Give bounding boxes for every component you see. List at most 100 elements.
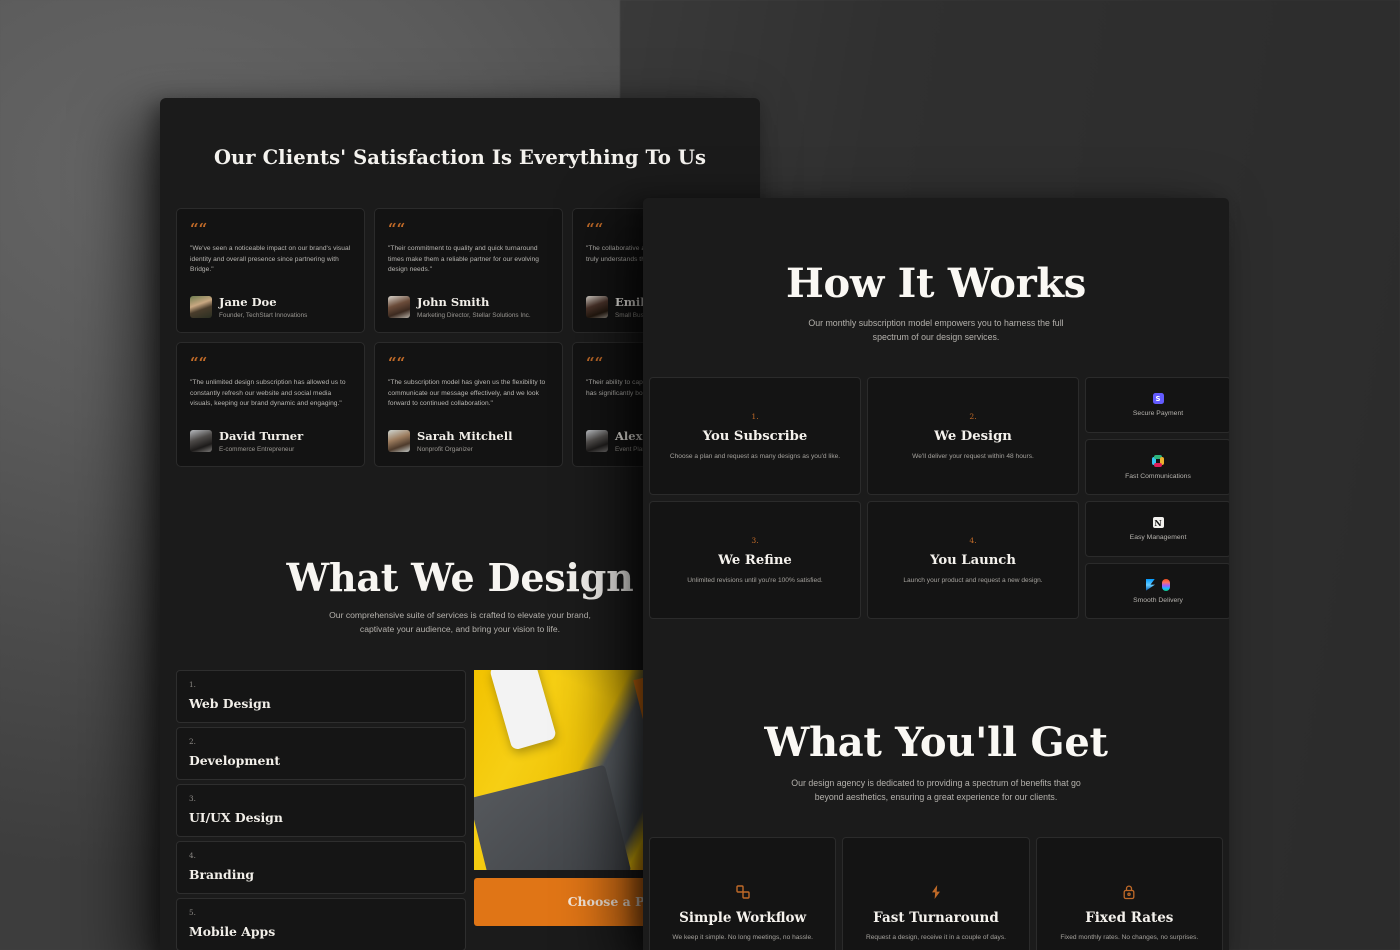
step-number: 4.	[969, 536, 976, 545]
lightning-bolt-icon	[928, 883, 944, 901]
avatar	[388, 430, 410, 452]
phone-mockup	[489, 670, 557, 751]
service-name: Branding	[189, 867, 453, 882]
feature-card-smooth-delivery[interactable]: Smooth Delivery	[1085, 563, 1229, 619]
how-it-works-panel: How It Works Our monthly subscription mo…	[643, 198, 1229, 950]
service-number: 3.	[189, 794, 453, 803]
avatar	[190, 296, 212, 318]
quote-icon: ““	[388, 356, 550, 371]
service-item-web-design[interactable]: 1. Web Design	[176, 670, 466, 723]
testimonial-quote: "The unlimited design subscription has a…	[190, 378, 352, 428]
testimonial-author: Jane Doe Founder, TechStart Innovations	[190, 296, 352, 319]
benefit-title: Fixed Rates	[1085, 910, 1173, 926]
benefit-description: We keep it simple. No long meetings, no …	[672, 934, 813, 941]
step-title: You Launch	[930, 553, 1016, 568]
testimonial-author: John Smith Marketing Director, Stellar S…	[388, 296, 550, 319]
testimonial-card[interactable]: ““ "Their commitment to quality and quic…	[374, 208, 563, 333]
what-youll-get-subtitle: Our design agency is dedicated to provid…	[786, 776, 1086, 804]
avatar	[586, 296, 608, 318]
step-card-you-subscribe[interactable]: 1. You Subscribe Choose a plan and reque…	[649, 377, 861, 495]
step-description: We'll deliver your request within 48 hou…	[912, 453, 1034, 460]
benefit-description: Fixed monthly rates. No changes, no surp…	[1060, 934, 1198, 941]
testimonial-author: Sarah Mitchell Nonprofit Organizer	[388, 430, 550, 453]
feature-label: Easy Management	[1130, 534, 1187, 541]
what-youll-get-header: What You'll Get Our design agency is ded…	[643, 719, 1229, 804]
step-number: 3.	[751, 536, 758, 545]
service-number: 2.	[189, 737, 453, 746]
what-youll-get-title: What You'll Get	[643, 719, 1229, 766]
step-number: 1.	[751, 412, 758, 421]
quote-icon: ““	[190, 222, 352, 237]
services-list: 1. Web Design 2. Development 3. UI/UX De…	[176, 670, 466, 950]
stripe-logo-icon: S	[1153, 393, 1164, 404]
step-title: We Design	[934, 429, 1012, 444]
service-item-development[interactable]: 2. Development	[176, 727, 466, 780]
benefit-title: Fast Turnaround	[873, 910, 999, 926]
benefit-description: Request a design, receive it in a couple…	[866, 934, 1006, 941]
step-number: 2.	[969, 412, 976, 421]
feature-label: Secure Payment	[1133, 410, 1183, 417]
benefit-card-fast-turnaround[interactable]: Fast Turnaround Request a design, receiv…	[842, 837, 1029, 950]
service-name: Development	[189, 753, 453, 768]
how-it-works-header: How It Works Our monthly subscription mo…	[643, 198, 1229, 344]
service-number: 5.	[189, 908, 453, 917]
benefit-card-fixed-rates[interactable]: Fixed Rates Fixed monthly rates. No chan…	[1036, 837, 1223, 950]
benefit-card-simple-workflow[interactable]: Simple Workflow We keep it simple. No lo…	[649, 837, 836, 950]
author-name: David Turner	[219, 430, 303, 443]
service-item-ui-ux-design[interactable]: 3. UI/UX Design	[176, 784, 466, 837]
benefit-title: Simple Workflow	[679, 910, 806, 926]
testimonial-author: David Turner E-commerce Entrepreneur	[190, 430, 352, 453]
author-role: Founder, TechStart Innovations	[219, 312, 307, 319]
step-title: You Subscribe	[703, 429, 808, 444]
author-name: John Smith	[417, 296, 531, 309]
framer-figma-logo-icon	[1146, 579, 1170, 591]
what-we-design-subtitle: Our comprehensive suite of services is c…	[315, 609, 605, 637]
notion-logo-icon: N	[1153, 517, 1164, 528]
feature-card-easy-management[interactable]: N Easy Management	[1085, 501, 1229, 557]
testimonial-quote: "We've seen a noticeable impact on our b…	[190, 244, 352, 294]
features-column: S Secure Payment Fast Communications N E…	[1085, 377, 1229, 619]
step-description: Unlimited revisions until you're 100% sa…	[687, 577, 822, 584]
service-number: 4.	[189, 851, 453, 860]
service-name: UI/UX Design	[189, 810, 453, 825]
author-name: Sarah Mitchell	[417, 430, 512, 443]
testimonial-card[interactable]: ““ "The unlimited design subscription ha…	[176, 342, 365, 467]
feature-card-secure-payment[interactable]: S Secure Payment	[1085, 377, 1229, 433]
how-it-works-subtitle: Our monthly subscription model empowers …	[794, 316, 1079, 344]
slack-logo-icon	[1152, 455, 1164, 467]
testimonial-quote: "The subscription model has given us the…	[388, 378, 550, 428]
service-item-mobile-apps[interactable]: 5. Mobile Apps	[176, 898, 466, 950]
how-it-works-title: How It Works	[643, 260, 1229, 307]
how-it-works-grid: 1. You Subscribe Choose a plan and reque…	[643, 377, 1229, 619]
feature-label: Smooth Delivery	[1133, 597, 1183, 604]
benefits-grid: Simple Workflow We keep it simple. No lo…	[643, 837, 1229, 950]
step-card-we-refine[interactable]: 3. We Refine Unlimited revisions until y…	[649, 501, 861, 619]
avatar	[190, 430, 212, 452]
two-squares-icon	[735, 883, 751, 901]
step-description: Choose a plan and request as many design…	[670, 453, 840, 460]
lock-icon	[1121, 883, 1137, 901]
service-name: Web Design	[189, 696, 453, 711]
author-role: Marketing Director, Stellar Solutions In…	[417, 312, 531, 319]
drawing-tablet-mockup	[474, 765, 631, 870]
step-title: We Refine	[718, 553, 792, 568]
figma-logo-icon	[1162, 579, 1170, 591]
service-name: Mobile Apps	[189, 924, 453, 939]
testimonial-card[interactable]: ““ "We've seen a noticeable impact on ou…	[176, 208, 365, 333]
author-role: Nonprofit Organizer	[417, 446, 512, 453]
testimonial-card[interactable]: ““ "The subscription model has given us …	[374, 342, 563, 467]
testimonial-quote: "Their commitment to quality and quick t…	[388, 244, 550, 294]
framer-logo-icon	[1146, 579, 1155, 591]
step-card-you-launch[interactable]: 4. You Launch Launch your product and re…	[867, 501, 1079, 619]
author-name: Jane Doe	[219, 296, 307, 309]
feature-label: Fast Communications	[1125, 473, 1191, 480]
service-number: 1.	[189, 680, 453, 689]
avatar	[388, 296, 410, 318]
feature-card-fast-communications[interactable]: Fast Communications	[1085, 439, 1229, 495]
quote-icon: ““	[190, 356, 352, 371]
step-card-we-design[interactable]: 2. We Design We'll deliver your request …	[867, 377, 1079, 495]
author-role: E-commerce Entrepreneur	[219, 446, 303, 453]
step-description: Launch your product and request a new de…	[903, 577, 1042, 584]
quote-icon: ““	[388, 222, 550, 237]
service-item-branding[interactable]: 4. Branding	[176, 841, 466, 894]
